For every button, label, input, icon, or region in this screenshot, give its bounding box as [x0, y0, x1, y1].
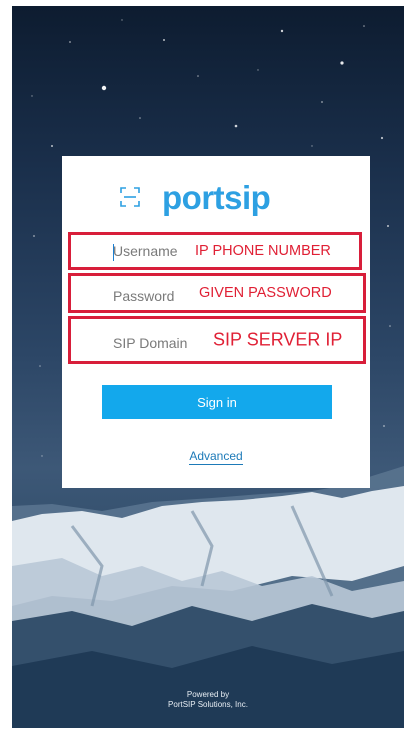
portsip-logo: portsip: [162, 178, 271, 216]
sip-domain-placeholder: SIP Domain: [113, 335, 188, 351]
username-placeholder: Username: [113, 243, 178, 259]
brand-row: portsip: [120, 178, 271, 216]
password-field[interactable]: Password GIVEN PASSWORD: [68, 273, 366, 313]
username-field[interactable]: Username IP PHONE NUMBER: [68, 232, 362, 270]
password-annotation: GIVEN PASSWORD: [199, 285, 332, 301]
app-screen: portsip Username IP PHONE NUMBER Passwor…: [12, 6, 404, 728]
sip-domain-field[interactable]: SIP Domain SIP SERVER IP: [68, 316, 366, 364]
sign-in-button[interactable]: Sign in: [102, 385, 332, 419]
login-card: portsip Username IP PHONE NUMBER Passwor…: [62, 156, 370, 488]
password-placeholder: Password: [113, 288, 175, 304]
username-annotation: IP PHONE NUMBER: [195, 243, 331, 259]
footer-line-2: PortSIP Solutions, Inc.: [168, 700, 248, 709]
powered-by-footer: Powered by PortSIP Solutions, Inc.: [12, 690, 404, 710]
advanced-link-wrap: Advanced: [62, 449, 370, 465]
sip-domain-annotation: SIP SERVER IP: [213, 329, 343, 350]
qr-scan-icon[interactable]: [120, 187, 140, 207]
advanced-link[interactable]: Advanced: [189, 449, 243, 465]
footer-line-1: Powered by: [186, 690, 230, 699]
